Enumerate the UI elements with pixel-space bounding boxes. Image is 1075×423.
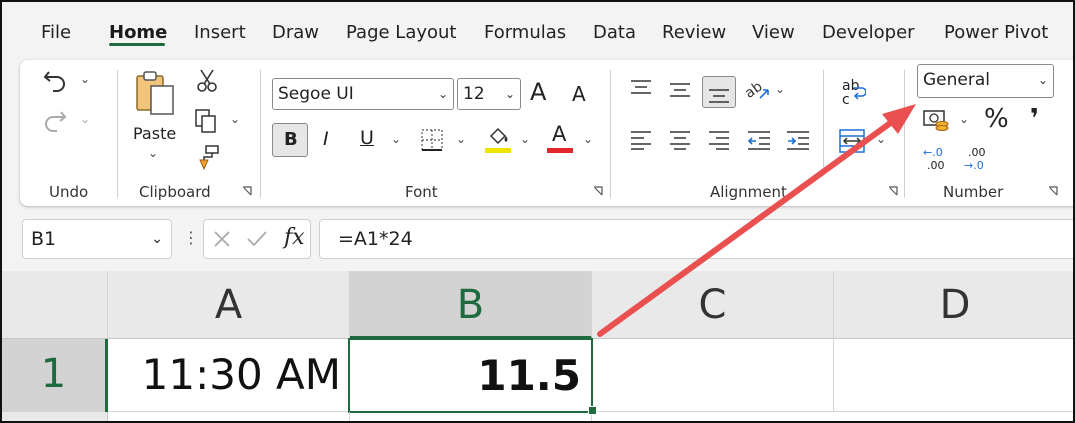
annotation-arrow [597, 104, 916, 337]
excel-window: File Home Insert Draw Page Layout Formul… [0, 0, 1075, 423]
